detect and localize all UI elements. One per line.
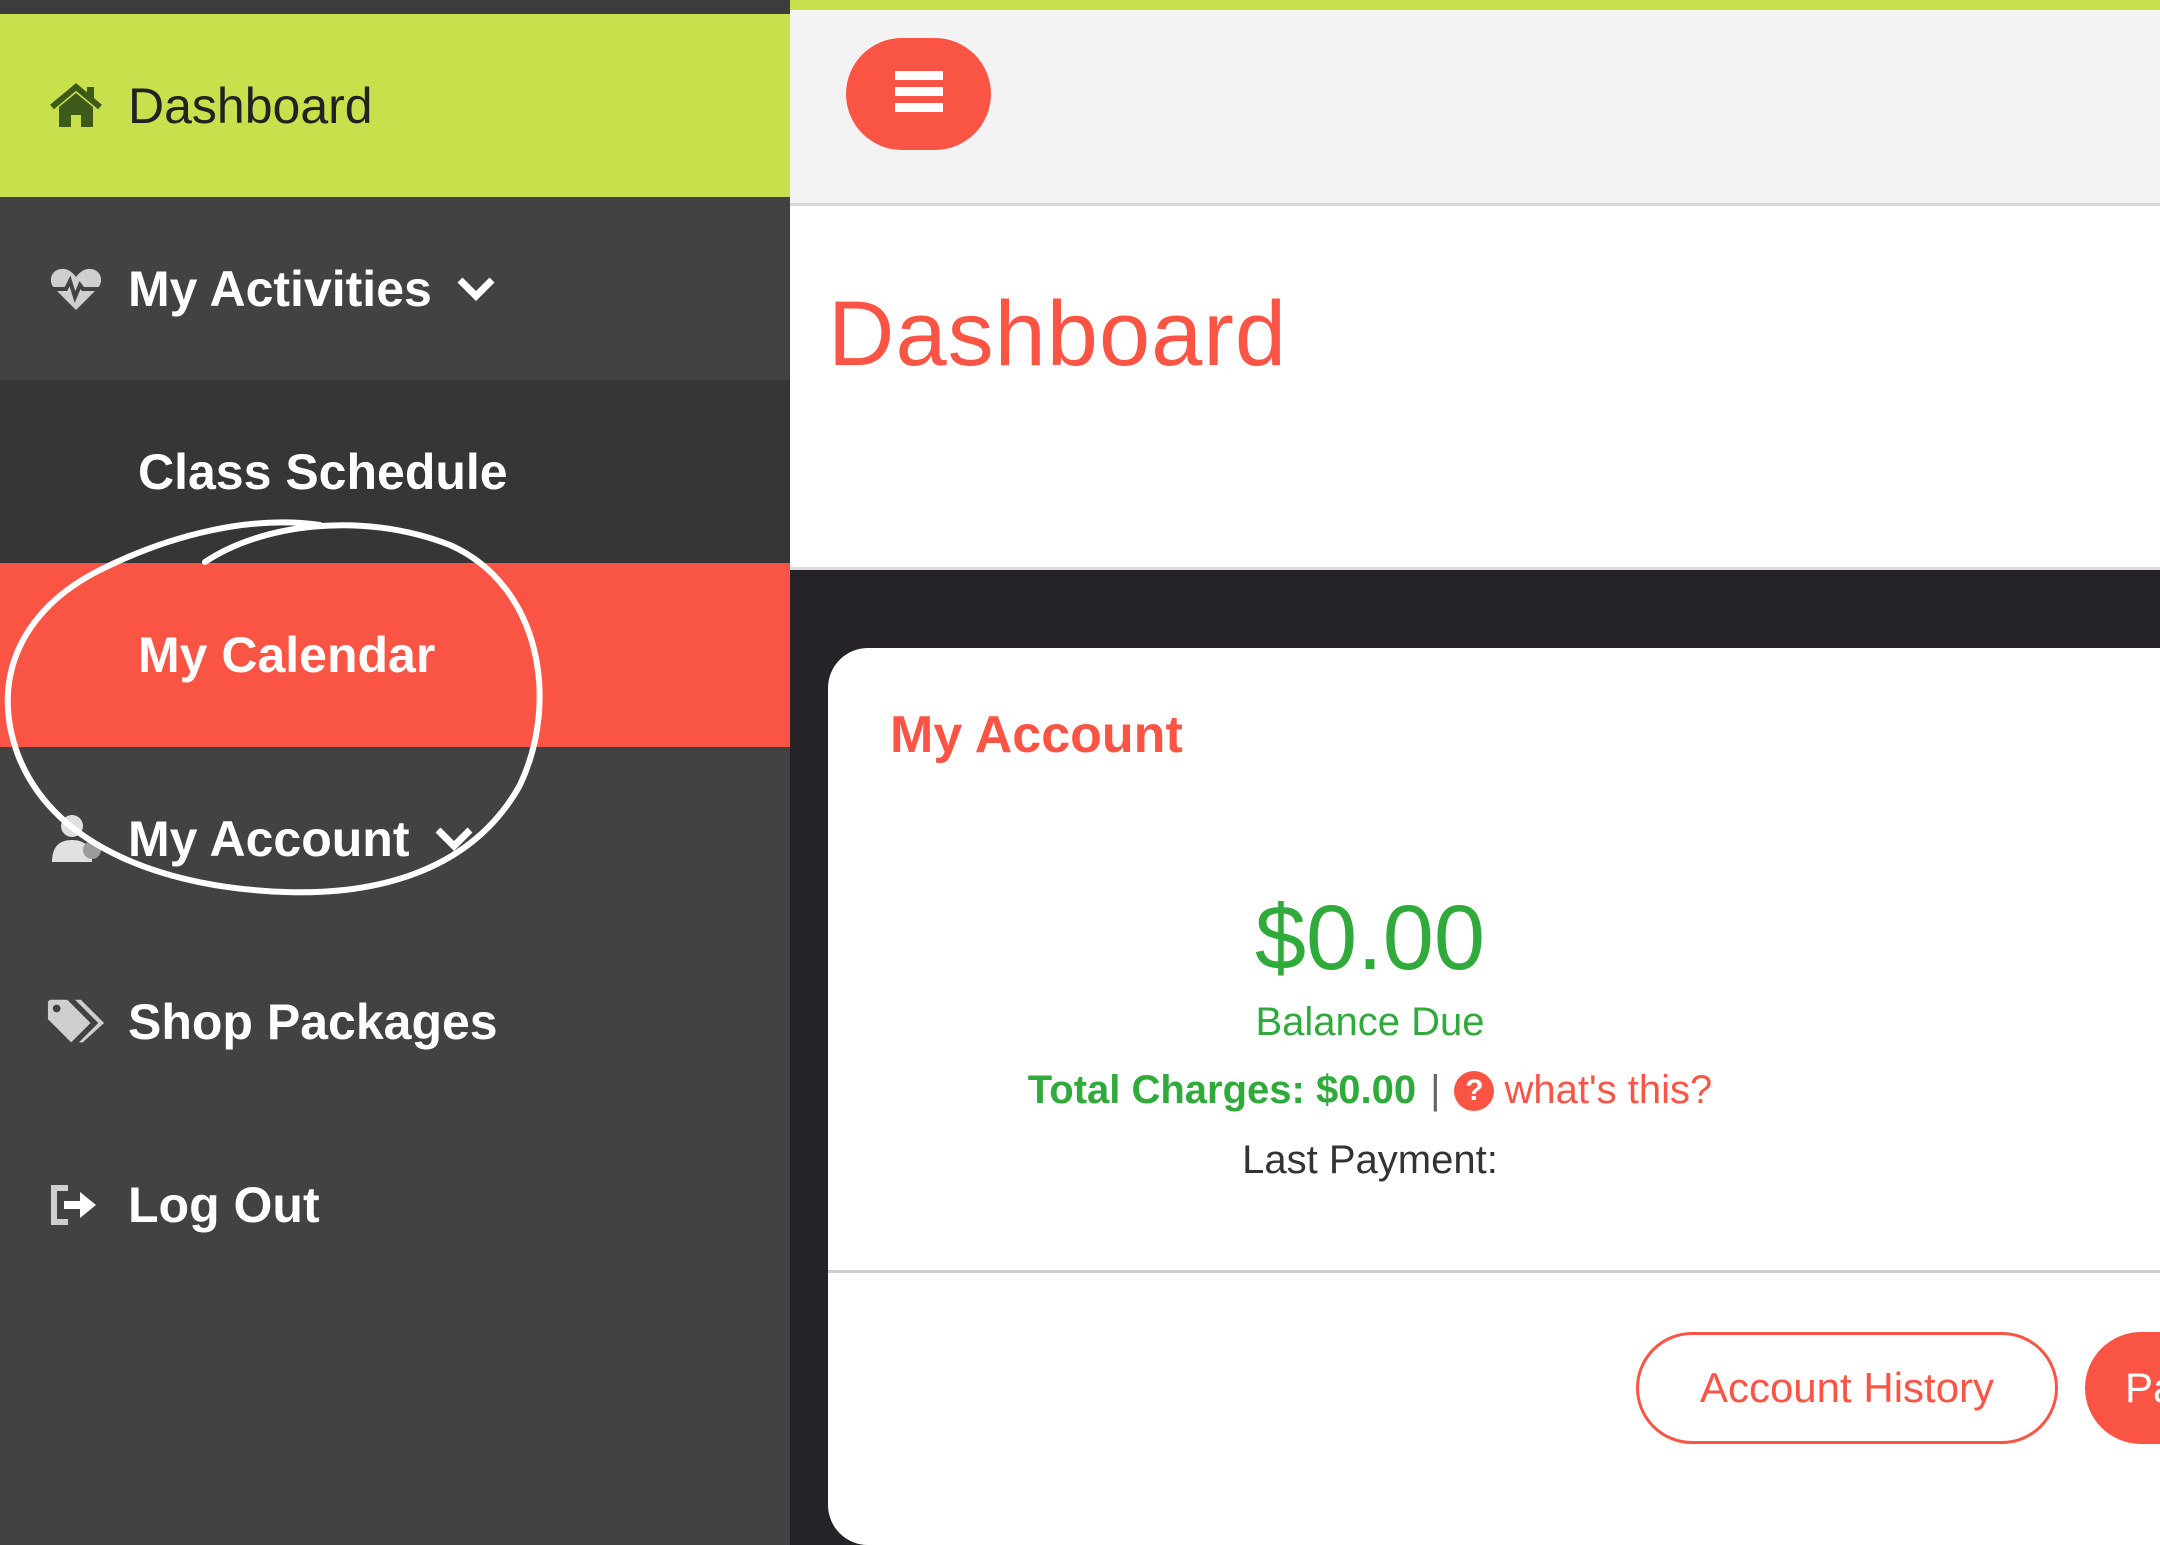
chevron-down-icon xyxy=(430,819,478,859)
sidebar-item-my-calendar[interactable]: My Calendar xyxy=(0,563,790,747)
sidebar-item-label: My Activities xyxy=(128,260,432,317)
tags-icon xyxy=(46,994,106,1050)
total-charges-line: Total Charges: $0.00 | ? what's this? xyxy=(970,1068,1770,1113)
hamburger-icon xyxy=(894,70,943,118)
sidebar-item-label: Class Schedule xyxy=(138,443,508,500)
sidebar-item-shop-packages[interactable]: Shop Packages xyxy=(0,930,790,1113)
sidebar-item-label: Dashboard xyxy=(128,77,373,134)
page-header xyxy=(790,206,2160,570)
sidebar-item-label: Log Out xyxy=(128,1176,320,1233)
sidebar-item-label: My Account xyxy=(128,810,410,867)
menu-toggle-button[interactable] xyxy=(846,38,991,150)
separator: | xyxy=(1430,1068,1441,1112)
balance-label: Balance Due xyxy=(1255,1000,1485,1044)
top-bar xyxy=(790,0,2160,206)
last-payment: Last Payment: xyxy=(1242,1138,1498,1182)
card-title: My Account xyxy=(890,706,1183,764)
card-divider xyxy=(828,1270,2160,1273)
home-icon xyxy=(46,78,106,134)
sidebar-item-dashboard[interactable]: Dashboard xyxy=(0,14,790,197)
sidebar-item-label: Shop Packages xyxy=(128,993,498,1050)
sidebar-item-log-out[interactable]: Log Out xyxy=(0,1113,790,1296)
total-charges: Total Charges: $0.00 xyxy=(1027,1068,1417,1112)
user-icon xyxy=(46,811,106,867)
sidebar-item-my-account[interactable]: My Account xyxy=(0,747,790,930)
whats-this-link[interactable]: what's this? xyxy=(1504,1068,1712,1113)
sidebar-top-border xyxy=(0,0,790,14)
sidebar-item-class-schedule[interactable]: Class Schedule xyxy=(0,380,790,563)
sign-out-icon xyxy=(46,1177,106,1233)
sidebar-item-my-activities[interactable]: My Activities xyxy=(0,197,790,380)
heartbeat-icon xyxy=(46,261,106,317)
balance-amount: $0.00 xyxy=(1254,887,1486,989)
sidebar: Dashboard My Activities Class Schedule M… xyxy=(0,0,790,1545)
page-title: Dashboard xyxy=(828,283,1288,385)
chevron-down-icon xyxy=(452,269,500,309)
sidebar-item-label: My Calendar xyxy=(138,627,436,683)
top-accent-bar xyxy=(790,0,2160,10)
account-history-button[interactable]: Account History xyxy=(1636,1332,2058,1444)
question-circle-icon[interactable]: ? xyxy=(1454,1070,1495,1111)
